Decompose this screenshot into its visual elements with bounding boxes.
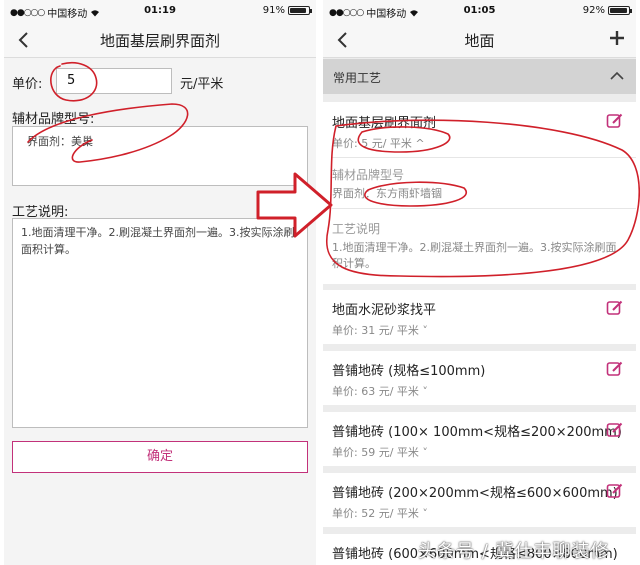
watermark-text: 头条号 / 冀仕丰聊装修 [418, 541, 610, 562]
battery-icon [608, 6, 632, 15]
price-unit: 元/平米 [180, 77, 224, 92]
price-row: 单价: 5 元/平米 [4, 66, 316, 96]
price-label: 单价: [12, 77, 43, 92]
brand-label: 辅材品牌型号 [332, 168, 405, 182]
right-phone-screen: ●●○○○ 中国移动 01:05 92% 地面 常用工艺 地面基层刷界面剂 单价… [323, 0, 636, 565]
confirm-button[interactable]: 确定 [12, 441, 308, 473]
plus-icon[interactable] [606, 27, 628, 49]
edit-icon[interactable] [606, 360, 624, 378]
status-bar: ●●○○○ 中国移动 01:19 91% [4, 0, 316, 22]
process-item-expanded[interactable]: 地面基层刷界面剂 单价: 5 元/ 平米 ^ 辅材品牌型号 界面剂：东方雨虾墙锢… [323, 102, 636, 284]
description-label: 工艺说明 [332, 222, 381, 236]
process-item[interactable]: 普铺地砖 (100× 100mm<规格≤200×200mm) 单价: 59 元/… [323, 412, 636, 466]
page-title: 地面 [464, 32, 495, 50]
process-item[interactable]: 普铺地砖 (规格≤100mm) 单价: 63 元/ 平米 ˅ [323, 351, 636, 405]
item-price[interactable]: 单价: 5 元/ 平米 ^ [332, 135, 425, 151]
brand-label: 辅材品牌型号: [12, 112, 95, 127]
price-input[interactable]: 5 [56, 68, 172, 94]
section-header-common-process[interactable]: 常用工艺 [323, 59, 636, 94]
process-item[interactable]: 普铺地砖 (200×200mm<规格≤600×600mm) 单价: 52 元/ … [323, 473, 636, 527]
section-title: 常用工艺 [333, 71, 382, 85]
status-bar: ●●○○○ 中国移动 01:05 92% [323, 0, 636, 22]
edit-icon[interactable] [606, 299, 624, 317]
divider [332, 157, 636, 158]
battery-percent: 91% [262, 5, 285, 16]
page-title: 地面基层刷界面剂 [99, 32, 220, 50]
item-price[interactable]: 单价: 59 元/ 平米 ˅ [332, 444, 428, 460]
battery-percent: 92% [582, 5, 605, 16]
item-title: 普铺地砖 (100× 100mm<规格≤200×200mm) [332, 425, 622, 440]
edit-icon[interactable] [606, 482, 624, 500]
back-arrow-icon[interactable] [331, 28, 355, 52]
brand-value: 界面剂：东方雨虾墙锢 [332, 187, 442, 200]
description-value: 1.地面清理干净。2.刷混凝土界面剂一遍。3.按实际涂刷面积计算。 [332, 241, 617, 270]
item-title: 地面基层刷界面剂 [332, 116, 437, 131]
description-textarea[interactable]: 1.地面清理干净。2.刷混凝土界面剂一遍。3.按实际涂刷面积计算。 [12, 218, 308, 428]
nav-bar: 地面 [323, 22, 636, 58]
item-price[interactable]: 单价: 52 元/ 平米 ˅ [332, 505, 428, 521]
nav-bar: 地面基层刷界面剂 [4, 22, 316, 58]
item-price[interactable]: 单价: 63 元/ 平米 ˅ [332, 383, 428, 399]
item-title: 普铺地砖 (规格≤100mm) [332, 364, 486, 379]
left-phone-screen: ●●○○○ 中国移动 01:19 91% 地面基层刷界面剂 单价: 5 元/平米… [4, 0, 316, 565]
process-item[interactable]: 地面水泥砂浆找平 单价: 31 元/ 平米 ˅ [323, 290, 636, 344]
chevron-up-icon[interactable] [610, 71, 624, 81]
item-title: 地面水泥砂浆找平 [332, 303, 437, 318]
item-price[interactable]: 单价: 31 元/ 平米 ˅ [332, 322, 428, 338]
right-arrow-icon [256, 172, 333, 238]
battery-icon [288, 6, 312, 15]
edit-icon[interactable] [606, 112, 624, 130]
item-title: 普铺地砖 (200×200mm<规格≤600×600mm) [332, 486, 618, 501]
divider [332, 208, 636, 209]
edit-icon[interactable] [606, 421, 624, 439]
back-arrow-icon[interactable] [12, 28, 36, 52]
